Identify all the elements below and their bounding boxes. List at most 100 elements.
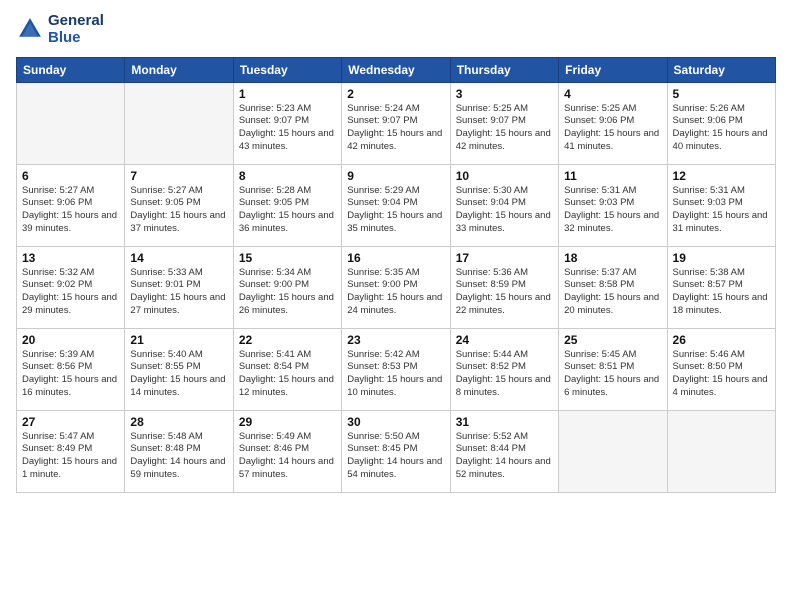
cell-info: Sunrise: 5:25 AMSunset: 9:07 PMDaylight:… [456, 103, 553, 154]
cell-info: Sunrise: 5:45 AMSunset: 8:51 PMDaylight:… [564, 349, 661, 400]
day-number: 3 [456, 87, 553, 101]
day-number: 15 [239, 251, 336, 265]
day-number: 2 [347, 87, 444, 101]
calendar-cell: 23Sunrise: 5:42 AMSunset: 8:53 PMDayligh… [342, 328, 450, 410]
calendar-cell: 28 Sunrise: 5:48 AMSunset: 8:48 PMDayligh… [125, 410, 233, 492]
cell-info: Sunrise: 5:28 AMSunset: 9:05 PMDaylight:… [239, 185, 336, 236]
weekday-header-row: SundayMondayTuesdayWednesdayThursdayFrid… [17, 57, 776, 82]
cell-info: Sunrise: 5:35 AMSunset: 9:00 PMDaylight:… [347, 267, 444, 318]
day-number: 27 [22, 415, 119, 429]
cell-info: Sunrise: 5:47 AMSunset: 8:49 PMDaylight:… [22, 431, 119, 482]
calendar-cell: 2 Sunrise: 5:24 AMSunset: 9:07 PMDaylight… [342, 82, 450, 164]
day-number: 7 [130, 169, 227, 183]
cell-info: Sunrise: 5:48 AMSunset: 8:48 PMDaylight:… [130, 431, 227, 482]
day-number: 14 [130, 251, 227, 265]
cell-info: Sunrise: 5:24 AMSunset: 9:07 PMDaylight:… [347, 103, 444, 154]
calendar-cell: 10Sunrise: 5:30 AMSunset: 9:04 PMDayligh… [450, 164, 558, 246]
calendar-cell: 22Sunrise: 5:41 AMSunset: 8:54 PMDayligh… [233, 328, 341, 410]
day-number: 20 [22, 333, 119, 347]
cell-info: Sunrise: 5:30 AMSunset: 9:04 PMDaylight:… [456, 185, 553, 236]
calendar-cell: 13 Sunrise: 5:32 AMSunset: 9:02 PMDayligh… [17, 246, 125, 328]
cell-info: Sunrise: 5:41 AMSunset: 8:54 PMDaylight:… [239, 349, 336, 400]
day-number: 21 [130, 333, 227, 347]
cell-info: Sunrise: 5:32 AMSunset: 9:02 PMDaylight:… [22, 267, 119, 318]
day-number: 13 [22, 251, 119, 265]
cell-info: Sunrise: 5:31 AMSunset: 9:03 PMDaylight:… [564, 185, 661, 236]
day-number: 6 [22, 169, 119, 183]
cell-info: Sunrise: 5:27 AMSunset: 9:05 PMDaylight:… [130, 185, 227, 236]
calendar-cell [17, 82, 125, 164]
weekday-header: Saturday [667, 57, 775, 82]
calendar-cell: 8Sunrise: 5:28 AMSunset: 9:05 PMDaylight… [233, 164, 341, 246]
day-number: 30 [347, 415, 444, 429]
cell-info: Sunrise: 5:46 AMSunset: 8:50 PMDaylight:… [673, 349, 770, 400]
day-number: 4 [564, 87, 661, 101]
calendar-cell: 18Sunrise: 5:37 AMSunset: 8:58 PMDayligh… [559, 246, 667, 328]
cell-info: Sunrise: 5:25 AMSunset: 9:06 PMDaylight:… [564, 103, 661, 154]
calendar-cell: 7 Sunrise: 5:27 AMSunset: 9:05 PMDaylight… [125, 164, 233, 246]
logo-icon [16, 15, 44, 43]
cell-info: Sunrise: 5:44 AMSunset: 8:52 PMDaylight:… [456, 349, 553, 400]
cell-info: Sunrise: 5:31 AMSunset: 9:03 PMDaylight:… [673, 185, 770, 236]
calendar-cell: 21 Sunrise: 5:40 AMSunset: 8:55 PMDayligh… [125, 328, 233, 410]
calendar-cell: 29 Sunrise: 5:49 AMSunset: 8:46 PMDayligh… [233, 410, 341, 492]
weekday-header: Friday [559, 57, 667, 82]
logo-text: GeneralBlue [48, 12, 104, 47]
weekday-header: Sunday [17, 57, 125, 82]
calendar-cell: 20Sunrise: 5:39 AMSunset: 8:56 PMDayligh… [17, 328, 125, 410]
calendar-cell: 16Sunrise: 5:35 AMSunset: 9:00 PMDayligh… [342, 246, 450, 328]
calendar-cell: 9 Sunrise: 5:29 AMSunset: 9:04 PMDaylight… [342, 164, 450, 246]
day-number: 29 [239, 415, 336, 429]
calendar-cell: 27 Sunrise: 5:47 AMSunset: 8:49 PMDayligh… [17, 410, 125, 492]
day-number: 11 [564, 169, 661, 183]
day-number: 1 [239, 87, 336, 101]
weekday-header: Wednesday [342, 57, 450, 82]
calendar-cell: 15 Sunrise: 5:34 AMSunset: 9:00 PMDayligh… [233, 246, 341, 328]
cell-info: Sunrise: 5:27 AMSunset: 9:06 PMDaylight:… [22, 185, 119, 236]
day-number: 12 [673, 169, 770, 183]
weekday-header: Monday [125, 57, 233, 82]
logo: GeneralBlue [16, 12, 104, 47]
calendar-cell [125, 82, 233, 164]
weekday-header: Tuesday [233, 57, 341, 82]
day-number: 19 [673, 251, 770, 265]
cell-info: Sunrise: 5:29 AMSunset: 9:04 PMDaylight:… [347, 185, 444, 236]
week-row: 20Sunrise: 5:39 AMSunset: 8:56 PMDayligh… [17, 328, 776, 410]
cell-info: Sunrise: 5:23 AMSunset: 9:07 PMDaylight:… [239, 103, 336, 154]
day-number: 26 [673, 333, 770, 347]
calendar-cell: 4 Sunrise: 5:25 AMSunset: 9:06 PMDaylight… [559, 82, 667, 164]
calendar-cell: 24 Sunrise: 5:44 AMSunset: 8:52 PMDayligh… [450, 328, 558, 410]
calendar-table: SundayMondayTuesdayWednesdayThursdayFrid… [16, 57, 776, 493]
cell-info: Sunrise: 5:40 AMSunset: 8:55 PMDaylight:… [130, 349, 227, 400]
cell-info: Sunrise: 5:49 AMSunset: 8:46 PMDaylight:… [239, 431, 336, 482]
calendar-cell: 25 Sunrise: 5:45 AMSunset: 8:51 PMDayligh… [559, 328, 667, 410]
calendar-cell: 11 Sunrise: 5:31 AMSunset: 9:03 PMDayligh… [559, 164, 667, 246]
cell-info: Sunrise: 5:26 AMSunset: 9:06 PMDaylight:… [673, 103, 770, 154]
week-row: 13 Sunrise: 5:32 AMSunset: 9:02 PMDayligh… [17, 246, 776, 328]
calendar-cell [559, 410, 667, 492]
calendar-cell: 26 Sunrise: 5:46 AMSunset: 8:50 PMDayligh… [667, 328, 775, 410]
calendar-cell: 12 Sunrise: 5:31 AMSunset: 9:03 PMDayligh… [667, 164, 775, 246]
cell-info: Sunrise: 5:38 AMSunset: 8:57 PMDaylight:… [673, 267, 770, 318]
day-number: 9 [347, 169, 444, 183]
day-number: 17 [456, 251, 553, 265]
calendar-cell: 30Sunrise: 5:50 AMSunset: 8:45 PMDayligh… [342, 410, 450, 492]
cell-info: Sunrise: 5:33 AMSunset: 9:01 PMDaylight:… [130, 267, 227, 318]
header: GeneralBlue [16, 12, 776, 47]
day-number: 25 [564, 333, 661, 347]
cell-info: Sunrise: 5:34 AMSunset: 9:00 PMDaylight:… [239, 267, 336, 318]
week-row: 1 Sunrise: 5:23 AMSunset: 9:07 PMDaylight… [17, 82, 776, 164]
day-number: 28 [130, 415, 227, 429]
calendar-cell: 19 Sunrise: 5:38 AMSunset: 8:57 PMDayligh… [667, 246, 775, 328]
cell-info: Sunrise: 5:36 AMSunset: 8:59 PMDaylight:… [456, 267, 553, 318]
weekday-header: Thursday [450, 57, 558, 82]
day-number: 24 [456, 333, 553, 347]
calendar-cell: 1 Sunrise: 5:23 AMSunset: 9:07 PMDaylight… [233, 82, 341, 164]
calendar-cell: 3 Sunrise: 5:25 AMSunset: 9:07 PMDaylight… [450, 82, 558, 164]
calendar-cell: 17 Sunrise: 5:36 AMSunset: 8:59 PMDayligh… [450, 246, 558, 328]
cell-info: Sunrise: 5:42 AMSunset: 8:53 PMDaylight:… [347, 349, 444, 400]
week-row: 27 Sunrise: 5:47 AMSunset: 8:49 PMDayligh… [17, 410, 776, 492]
calendar-cell [667, 410, 775, 492]
week-row: 6 Sunrise: 5:27 AMSunset: 9:06 PMDaylight… [17, 164, 776, 246]
calendar-cell: 5Sunrise: 5:26 AMSunset: 9:06 PMDaylight… [667, 82, 775, 164]
